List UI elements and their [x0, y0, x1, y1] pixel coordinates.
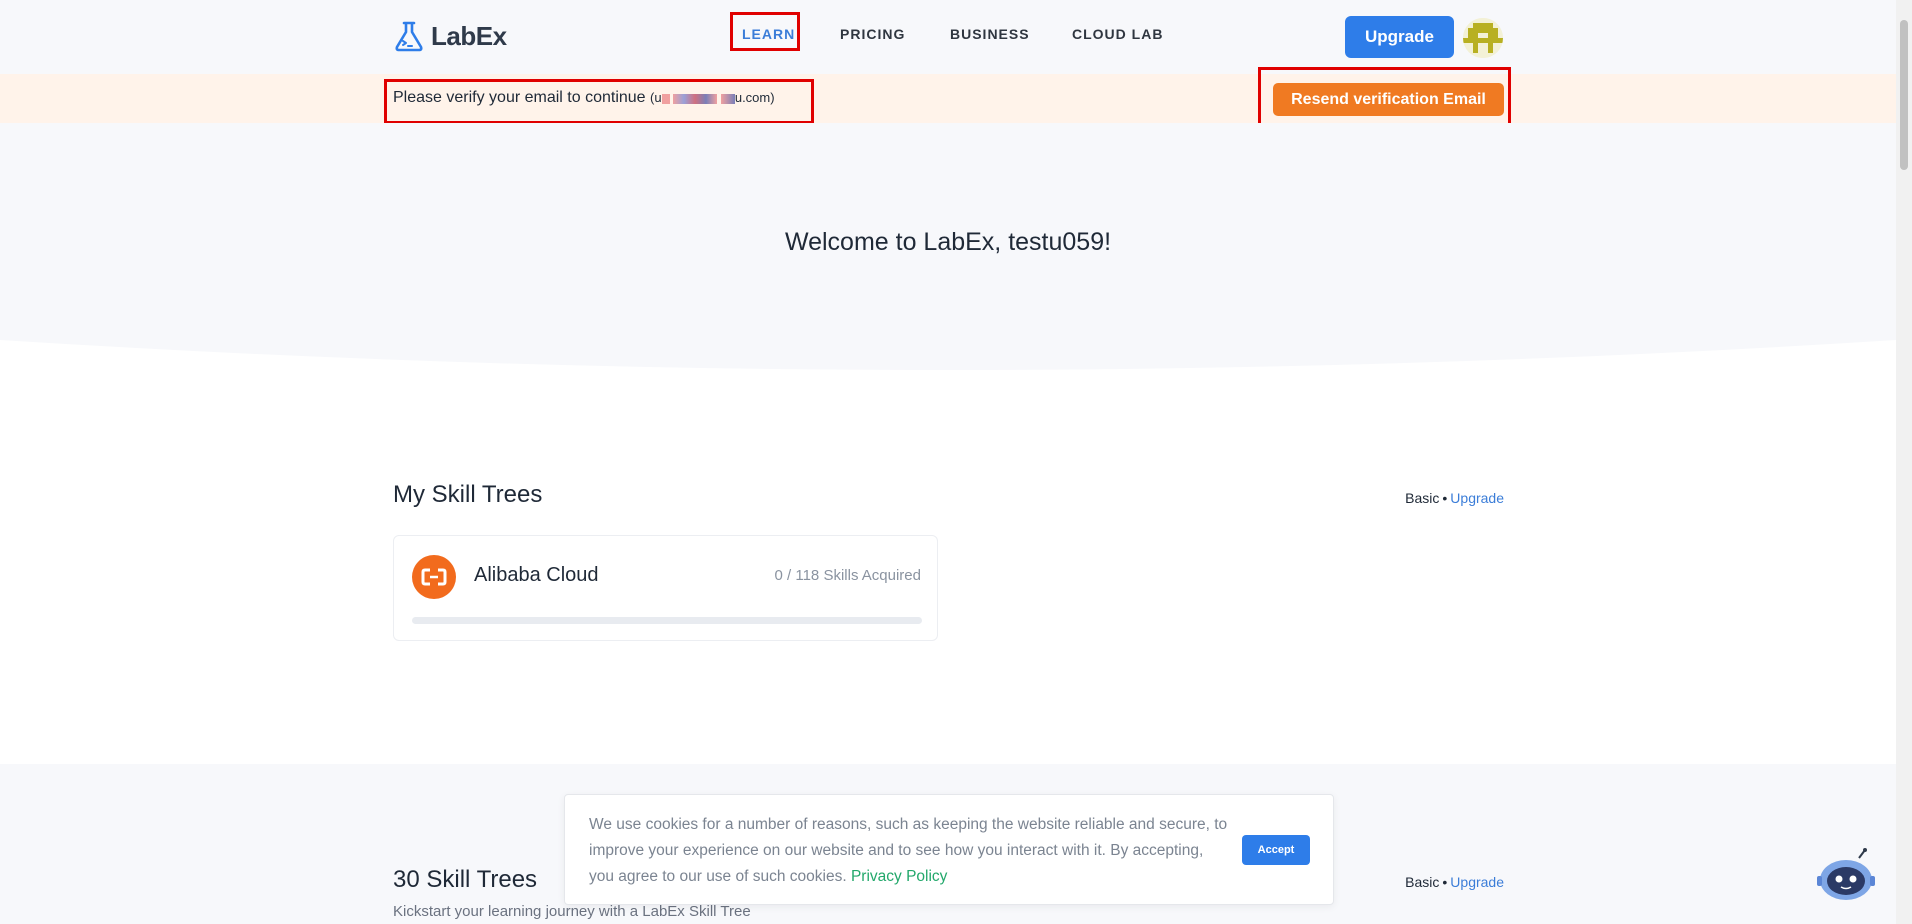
skills-acquired-count: 0 / 118 Skills Acquired — [774, 567, 921, 584]
alibaba-cloud-icon — [412, 555, 456, 599]
plan-name: Basic — [1405, 874, 1440, 890]
plan-upgrade-link[interactable]: Upgrade — [1450, 874, 1504, 890]
masked-email: (u u.com) — [650, 90, 775, 105]
redacted-block — [661, 93, 670, 104]
verify-message-text: Please verify your email to continue — [393, 89, 646, 106]
robot-assistant-icon[interactable] — [1815, 848, 1877, 904]
cookie-banner: We use cookies for a number of reasons, … — [564, 794, 1334, 905]
plan-separator: • — [1442, 490, 1448, 506]
top-header: LabEx LEARN PRICING BUSINESS CLOUD LAB U… — [0, 0, 1896, 74]
nav-learn[interactable]: LEARN — [742, 26, 795, 42]
flask-logo-icon — [395, 21, 423, 52]
verify-email-banner — [0, 74, 1896, 123]
plan-info: Basic • Upgrade — [1405, 490, 1504, 506]
skill-tree-card[interactable]: Alibaba Cloud 0 / 118 Skills Acquired — [393, 535, 938, 641]
user-avatar-icon[interactable] — [1463, 18, 1503, 58]
verify-email-message: Please verify your email to continue (u … — [393, 89, 775, 107]
cookie-text: We use cookies for a number of reasons, … — [589, 812, 1229, 890]
nav-pricing[interactable]: PRICING — [840, 26, 905, 42]
plan-info-lower: Basic • Upgrade — [1405, 874, 1504, 890]
nav-cloud-lab[interactable]: CLOUD LAB — [1072, 26, 1163, 42]
plan-separator: • — [1442, 874, 1448, 890]
hero-curve — [0, 340, 1896, 400]
labex-logo[interactable]: LabEx — [393, 20, 507, 52]
plan-name: Basic — [1405, 490, 1440, 506]
all-skill-trees-subtitle: Kickstart your learning journey with a L… — [393, 903, 751, 920]
plan-upgrade-link[interactable]: Upgrade — [1450, 490, 1504, 506]
privacy-policy-link[interactable]: Privacy Policy — [851, 868, 947, 885]
nav-business[interactable]: BUSINESS — [950, 26, 1030, 42]
upgrade-button[interactable]: Upgrade — [1345, 16, 1454, 58]
my-skill-trees-title: My Skill Trees — [393, 481, 543, 508]
scrollbar-thumb[interactable] — [1900, 20, 1908, 170]
welcome-heading: Welcome to LabEx, testu059! — [784, 228, 1112, 256]
resend-verification-button[interactable]: Resend verification Email — [1273, 83, 1504, 116]
logo-text: LabEx — [431, 20, 507, 51]
redacted-block — [673, 93, 718, 104]
accept-cookies-button[interactable]: Accept — [1242, 835, 1310, 865]
skills-progress-bar — [412, 617, 922, 624]
email-close: u.com) — [734, 90, 775, 105]
skill-tree-name: Alibaba Cloud — [474, 564, 599, 586]
page: LabEx LEARN PRICING BUSINESS CLOUD LAB U… — [0, 0, 1896, 924]
email-open: (u — [650, 90, 662, 105]
all-skill-trees-title: 30 Skill Trees — [393, 866, 538, 893]
page-scrollbar[interactable] — [1896, 0, 1912, 924]
avatar-pattern — [1463, 18, 1503, 58]
redacted-block — [720, 93, 735, 104]
